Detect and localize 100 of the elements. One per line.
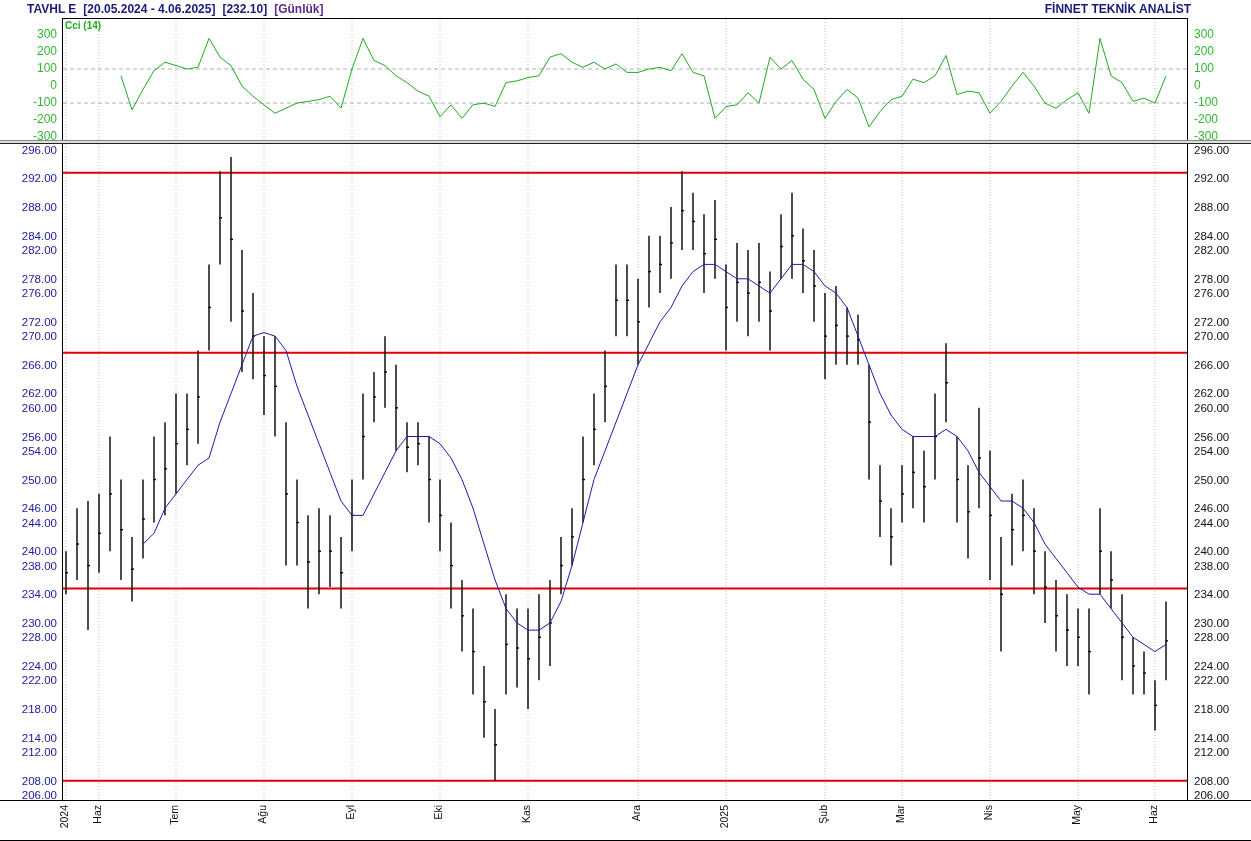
axis-tick-label: 292.00: [1194, 171, 1230, 186]
axis-tick-label: 240.00: [21, 544, 57, 559]
axis-tick-label: 292.00: [21, 171, 57, 186]
price-bar: [571, 507, 574, 567]
axis-tick-label: 230.00: [21, 615, 57, 630]
price-bar: [846, 306, 849, 366]
price-bar: [131, 536, 134, 603]
axis-tick-label: 266.00: [1194, 357, 1230, 372]
axis-tick-label: 300: [36, 27, 57, 41]
price-bar: [1132, 636, 1135, 696]
axis-tick-label: 246.00: [1194, 501, 1230, 516]
axis-tick-label: 246.00: [21, 501, 57, 516]
axis-tick-label: 284.00: [21, 228, 57, 243]
axis-tick-label: 266.00: [21, 357, 57, 372]
price-bar: [780, 213, 783, 280]
axis-tick-label: 228.00: [1194, 630, 1230, 645]
axis-tick-label: -100: [32, 95, 57, 110]
axis-tick-label: 244.00: [21, 515, 57, 530]
symbol-title: TAVHL E: [27, 2, 77, 16]
axis-tick-label: Eki: [432, 805, 444, 820]
price-bar: [802, 227, 805, 294]
axis-tick-label: -200: [32, 112, 57, 127]
axis-tick-label: 238.00: [21, 558, 57, 573]
axis-tick-label: -200: [1194, 112, 1219, 127]
axis-tick-label: 250.00: [1194, 472, 1230, 487]
axis-tick-label: 230.00: [1194, 615, 1230, 630]
axis-tick-label: 254.00: [21, 443, 57, 458]
axis-tick-label: 296.00: [21, 142, 57, 157]
axis-tick-label: 222.00: [1194, 673, 1230, 688]
axis-tick-label: 260.00: [21, 400, 57, 415]
axis-tick-label: 200: [36, 44, 57, 58]
axis-tick-label: 256.00: [1194, 429, 1230, 444]
price-bar: [692, 192, 695, 251]
axis-tick-label: 234.00: [1194, 587, 1230, 602]
period-label: [Günlük]: [274, 2, 324, 16]
price-bar: [890, 507, 893, 567]
axis-tick-label: Ara: [630, 805, 642, 822]
axis-tick-label: 224.00: [21, 658, 57, 673]
axis-tick-label: 250.00: [21, 472, 57, 487]
axis-tick-label: 276.00: [1194, 286, 1230, 301]
price-bar: [857, 313, 860, 366]
axis-tick-label: 296.00: [1194, 142, 1230, 157]
axis-tick-label: Şub: [817, 805, 829, 824]
axis-tick-label: 214.00: [1194, 730, 1230, 745]
axis-tick-label: 208.00: [21, 773, 57, 788]
price-bar: [1077, 607, 1080, 667]
price-bar: [901, 464, 904, 524]
axis-tick-label: 228.00: [21, 630, 57, 645]
axis-tick-label: 282.00: [21, 243, 57, 258]
last-price: [232.10]: [222, 2, 268, 16]
axis-tick-label: 224.00: [1194, 658, 1230, 673]
axis-tick-label: 244.00: [1194, 515, 1230, 530]
axis-tick-label: 278.00: [21, 271, 57, 286]
axis-tick-label: 262.00: [1194, 386, 1230, 401]
axis-tick-label: 212.00: [21, 744, 57, 759]
price-bar: [417, 421, 420, 466]
axis-tick-label: 270.00: [1194, 329, 1230, 344]
axis-tick-label: 200: [1194, 44, 1215, 58]
axis-tick-label: 100: [36, 61, 57, 75]
axis-tick-label: 234.00: [21, 587, 57, 602]
indicator-title: Cci (14): [65, 20, 102, 31]
axis-tick-label: 284.00: [1194, 228, 1230, 243]
axis-tick-label: Eyl: [344, 805, 356, 820]
axis-tick-label: 254.00: [1194, 443, 1230, 458]
price-bar: [560, 536, 563, 595]
axis-tick-label: 270.00: [21, 329, 57, 344]
axis-tick-label: 206.00: [1194, 787, 1230, 802]
axis-tick-label: 262.00: [21, 386, 57, 401]
axis-tick-label: Tem: [168, 805, 180, 825]
axis-tick-label: Nis: [982, 805, 994, 821]
axis-tick-label: 0: [50, 78, 57, 93]
axis-tick-label: 206.00: [21, 787, 57, 802]
axis-tick-label: 256.00: [21, 429, 57, 444]
price-bar: [1143, 650, 1146, 696]
axis-tick-label: Kas: [520, 805, 532, 824]
axis-tick-label: 240.00: [1194, 544, 1230, 559]
axis-tick-label: 222.00: [21, 673, 57, 688]
axis-tick-label: May: [1070, 805, 1082, 825]
price-bar: [406, 421, 409, 474]
axis-tick-label: 288.00: [1194, 200, 1230, 215]
axis-tick-label: -100: [1194, 95, 1219, 110]
brand-title: FİNNET TEKNİK ANALİST: [1044, 2, 1191, 16]
price-bar: [65, 550, 68, 595]
axis-tick-label: 0: [1194, 78, 1201, 93]
axis-tick-label: 282.00: [1194, 243, 1230, 258]
axis-tick-label: Ağu: [256, 805, 268, 824]
axis-tick-label: 214.00: [21, 730, 57, 745]
axis-tick-label: 218.00: [1194, 701, 1230, 716]
axis-tick-label: 218.00: [21, 701, 57, 716]
axis-tick-label: 288.00: [21, 200, 57, 215]
axis-tick-label: 208.00: [1194, 773, 1230, 788]
axis-tick-label: -300: [32, 129, 57, 144]
axis-tick-label: 2024: [58, 805, 70, 829]
axis-tick-label: 272.00: [21, 314, 57, 329]
axis-tick-label: 238.00: [1194, 558, 1230, 573]
axis-tick-label: Haz: [1147, 805, 1159, 824]
axis-tick-label: 276.00: [21, 286, 57, 301]
axis-tick-label: Haz: [91, 805, 103, 824]
price-bar: [1154, 679, 1157, 732]
axis-tick-label: 300: [1194, 27, 1215, 41]
